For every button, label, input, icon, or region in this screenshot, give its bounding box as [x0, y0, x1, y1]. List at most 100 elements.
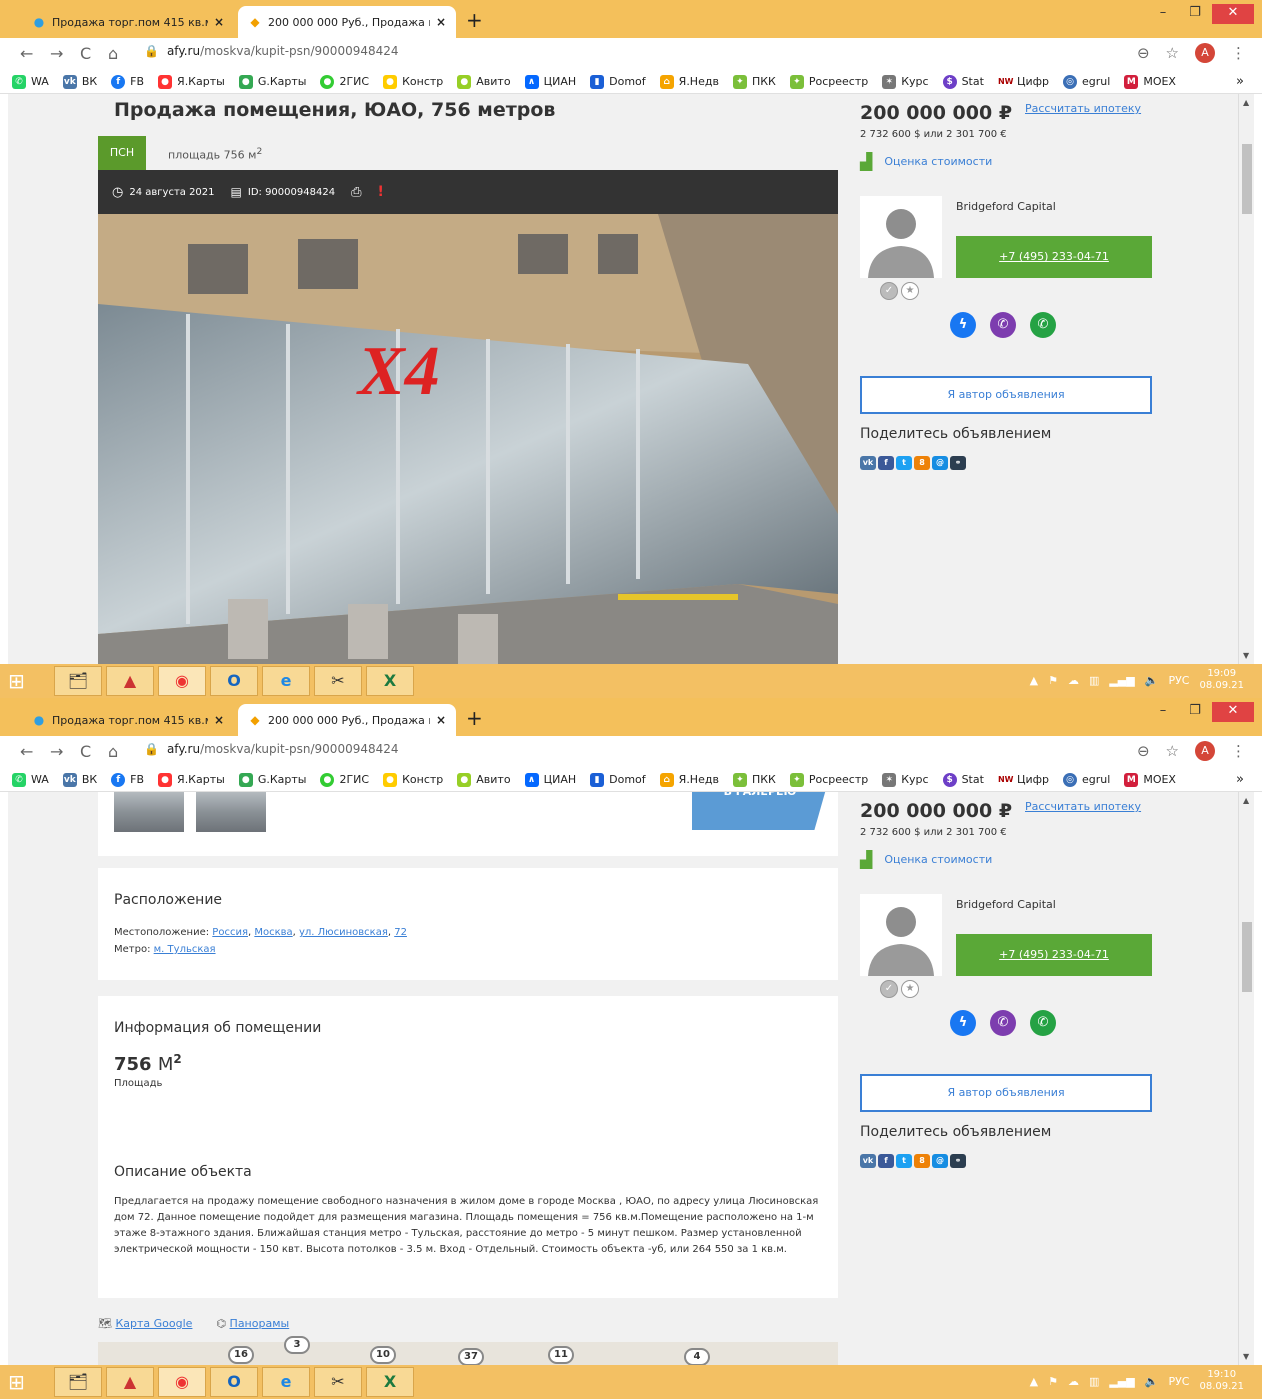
tab-close-icon[interactable]: × [214, 713, 224, 727]
whatsapp-icon[interactable]: ✆ [1030, 1010, 1056, 1036]
viber-icon[interactable]: ✆ [990, 312, 1016, 338]
ie-icon[interactable]: e [262, 666, 310, 696]
bookmark-egrul[interactable]: ◎ egrul [1063, 772, 1110, 787]
cloud-icon[interactable]: ☁ [1068, 1375, 1079, 1388]
bookmark-yanedv[interactable]: ⌂ Я.Недв [659, 772, 719, 787]
bookmark-yamaps[interactable]: ● Я.Карты [158, 74, 225, 89]
location-house-link[interactable]: 72 [394, 927, 407, 938]
signal-icon[interactable]: ▂▄▆ [1109, 674, 1134, 687]
bookmark-star-icon[interactable]: ☆ [1166, 742, 1179, 760]
bookmark-avito[interactable]: ● Авито [457, 772, 511, 787]
bookmark-cian[interactable]: ∧ ЦИАН [524, 74, 576, 89]
bookmark-konstr[interactable]: ● Констр [383, 74, 443, 89]
page-scrollbar[interactable]: ▲ ▼ [1238, 94, 1254, 664]
tab-inactive[interactable]: ● Продажа торг.пом 415 кв.м., Лю × [22, 6, 234, 38]
bookmark-rosreestr[interactable]: ✦ Росреестр [789, 74, 868, 89]
bookmark-vk[interactable]: vk ВК [62, 772, 97, 787]
bookmark-fb[interactable]: f FB [111, 74, 144, 89]
bookmarks-more-icon[interactable]: » [1236, 74, 1244, 89]
star-icon[interactable]: ★ [901, 282, 919, 300]
location-street-link[interactable]: ул. Люсиновская [299, 927, 388, 938]
explorer-icon[interactable]: 🗂 [54, 1367, 102, 1397]
scrollbar-thumb[interactable] [1242, 144, 1252, 214]
panorama-link[interactable]: ⌬ Панорамы [216, 1317, 289, 1330]
bookmark-domof[interactable]: ▮ Domof [590, 74, 646, 89]
tray-flag-icon[interactable]: ⚑ [1048, 674, 1058, 687]
url-field[interactable]: 🔒 afy.ru/moskva/kupit-psn/90000948424 [144, 742, 399, 756]
share-twitter-icon[interactable]: t [896, 456, 912, 470]
bookmark-stat[interactable]: $ Stat [942, 74, 984, 89]
map-cluster-pin[interactable]: 10 [370, 1346, 396, 1364]
report-icon[interactable]: ! [377, 184, 383, 200]
map-cluster-pin[interactable]: 4 [684, 1348, 710, 1365]
bookmarks-more-icon[interactable]: » [1236, 772, 1244, 787]
profile-avatar[interactable]: A [1195, 741, 1215, 761]
tray-flag-icon[interactable]: ⚑ [1048, 1375, 1058, 1388]
estimate-link[interactable]: ▟ Оценка стоимости [860, 152, 992, 171]
estimate-link[interactable]: ▟ Оценка стоимости [860, 850, 992, 869]
phone-button[interactable]: +7 (495) 233-04-71 [956, 934, 1152, 976]
thumbnail[interactable] [114, 792, 184, 832]
menu-icon[interactable]: ⋮ [1231, 44, 1246, 62]
bookmark-vk[interactable]: vk ВК [62, 74, 97, 89]
bookmark-wa[interactable]: ✆ WA [12, 772, 49, 787]
minimize-icon[interactable]: – [1148, 702, 1178, 722]
map-cluster-pin[interactable]: 37 [458, 1348, 484, 1365]
bookmark-kurs[interactable]: ✶ Курс [882, 74, 929, 89]
zoom-icon[interactable]: ⊖ [1137, 742, 1150, 760]
share-twitter-icon[interactable]: t [896, 1154, 912, 1168]
thumbnail[interactable] [196, 792, 266, 832]
restore-icon[interactable]: ❐ [1180, 702, 1210, 722]
tray-arrow-icon[interactable]: ▲ [1030, 1375, 1038, 1388]
tab-close-icon[interactable]: × [214, 15, 224, 29]
volume-icon[interactable]: 🔈 [1145, 1375, 1159, 1388]
whatsapp-icon[interactable]: ✆ [1030, 312, 1056, 338]
excel-icon[interactable]: X [366, 1367, 414, 1397]
bookmark-moex[interactable]: M MOEX [1124, 772, 1176, 787]
bookmark-stat[interactable]: $ Stat [942, 772, 984, 787]
gallery-button[interactable]: В ГАЛЕРЕЮ [692, 792, 828, 830]
forward-icon[interactable]: → [50, 742, 63, 761]
share-facebook-icon[interactable]: f [878, 1154, 894, 1168]
tab-inactive[interactable]: ● Продажа торг.пом 415 кв.м., Лю × [22, 704, 234, 736]
listing-photo[interactable]: X4 [98, 214, 838, 664]
minimize-icon[interactable]: – [1148, 4, 1178, 24]
share-vk-icon[interactable]: vk [860, 456, 876, 470]
home-icon[interactable]: ⌂ [108, 742, 118, 761]
bookmark-yanedv[interactable]: ⌂ Я.Недв [659, 74, 719, 89]
share-link-icon[interactable]: ⚭ [950, 456, 966, 470]
chrome-icon[interactable]: ◉ [158, 1367, 206, 1397]
tab-close-icon[interactable]: × [436, 713, 446, 727]
windows-start-icon[interactable]: ⊞ [8, 1371, 36, 1393]
language-indicator[interactable]: РУС [1168, 1375, 1189, 1388]
bookmark-2gis[interactable]: ● 2ГИС [320, 772, 369, 787]
metro-link[interactable]: м. Тульская [154, 944, 216, 955]
bookmark-yamaps[interactable]: ● Я.Карты [158, 772, 225, 787]
bookmark-fb[interactable]: f FB [111, 772, 144, 787]
messenger-icon[interactable]: ϟ [950, 1010, 976, 1036]
network-icon[interactable]: ▥ [1089, 1375, 1099, 1388]
bookmark-2gis[interactable]: ● 2ГИС [320, 74, 369, 89]
snipping-tool-icon[interactable]: ✂ [314, 1367, 362, 1397]
close-window-icon[interactable]: ✕ [1212, 702, 1254, 722]
print-icon[interactable]: ⎙ [351, 185, 361, 200]
bookmark-avito[interactable]: ● Авито [457, 74, 511, 89]
zoom-icon[interactable]: ⊖ [1137, 44, 1150, 62]
scroll-down-icon[interactable]: ▼ [1243, 651, 1249, 660]
bookmark-cian[interactable]: ∧ ЦИАН [524, 772, 576, 787]
bookmark-cifr[interactable]: NW Цифр [997, 74, 1049, 89]
author-button[interactable]: Я автор объявления [860, 1074, 1152, 1112]
location-country-link[interactable]: Россия [212, 927, 248, 938]
bookmark-gmaps[interactable]: ● G.Карты [238, 772, 306, 787]
menu-icon[interactable]: ⋮ [1231, 742, 1246, 760]
new-tab-button[interactable]: + [466, 706, 483, 730]
share-facebook-icon[interactable]: f [878, 456, 894, 470]
tab-close-icon[interactable]: × [436, 15, 446, 29]
bookmark-konstr[interactable]: ● Констр [383, 772, 443, 787]
phone-button[interactable]: +7 (495) 233-04-71 [956, 236, 1152, 278]
restore-icon[interactable]: ❐ [1180, 4, 1210, 24]
chrome-icon[interactable]: ◉ [158, 666, 206, 696]
mortgage-link[interactable]: Рассчитать ипотеку [1025, 102, 1141, 115]
matlab-icon[interactable]: ▲ [106, 666, 154, 696]
matlab-icon[interactable]: ▲ [106, 1367, 154, 1397]
